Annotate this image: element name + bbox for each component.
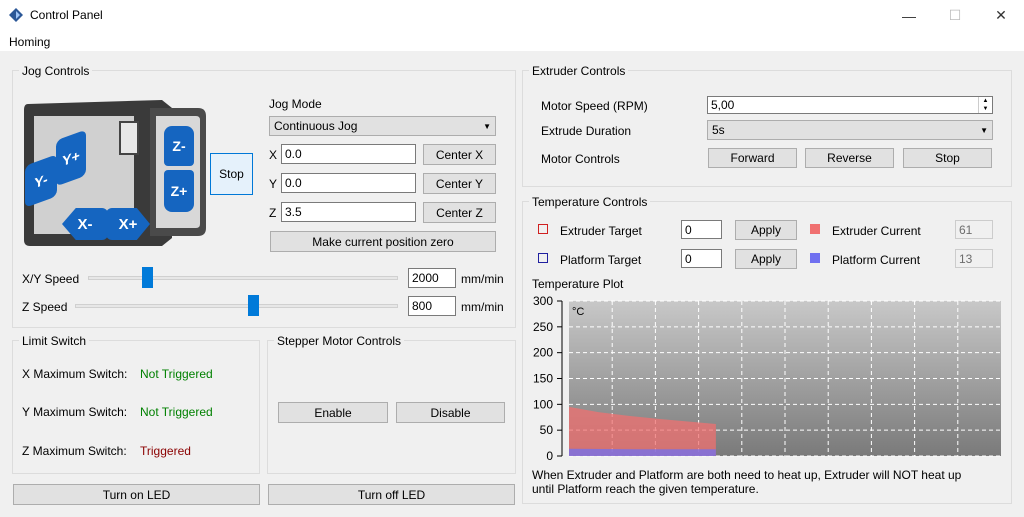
y-tick-label: 250 bbox=[533, 320, 553, 334]
platform-current-legend-icon bbox=[810, 253, 820, 263]
y-max-switch-status: Not Triggered bbox=[140, 405, 213, 419]
platform-current-label: Platform Current bbox=[832, 253, 921, 267]
extruder-target-label: Extruder Target bbox=[560, 224, 642, 238]
turn-off-led-button[interactable]: Turn off LED bbox=[268, 484, 515, 505]
z-speed-label: Z Speed bbox=[22, 300, 68, 314]
xy-speed-unit: mm/min bbox=[461, 272, 504, 286]
z-position-label: Z bbox=[269, 206, 277, 220]
temperature-controls-title: Temperature Controls bbox=[529, 195, 651, 209]
platform-current-area bbox=[569, 448, 716, 456]
y-position-label: Y bbox=[269, 177, 278, 191]
z-speed-track[interactable] bbox=[75, 304, 398, 308]
z-minus-button[interactable]: Z- bbox=[164, 126, 194, 166]
app-logo-icon bbox=[9, 8, 23, 22]
platform-current-value: 13 bbox=[955, 249, 993, 268]
x-position-input[interactable]: 0.0 bbox=[281, 144, 416, 164]
chevron-down-icon: ▼ bbox=[980, 125, 988, 135]
z-max-switch-status: Triggered bbox=[140, 444, 191, 458]
spin-buttons[interactable]: ▲ ▼ bbox=[978, 97, 992, 113]
platform-target-input[interactable]: 0 bbox=[681, 249, 722, 268]
center-x-button[interactable]: Center X bbox=[423, 144, 496, 165]
motor-speed-spinbox[interactable]: 5,00 ▲ ▼ bbox=[707, 96, 993, 114]
make-zero-button[interactable]: Make current position zero bbox=[270, 231, 496, 252]
temperature-plot-label: Temperature Plot bbox=[532, 277, 624, 291]
spin-down-icon[interactable]: ▼ bbox=[979, 105, 992, 113]
extruder-current-value: 61 bbox=[955, 220, 993, 239]
motor-speed-value: 5,00 bbox=[711, 98, 735, 112]
jog-mode-select[interactable]: Continuous Jog ▼ bbox=[269, 116, 496, 136]
extrude-duration-label: Extrude Duration bbox=[541, 124, 632, 138]
y-tick-label: 300 bbox=[533, 294, 553, 308]
disable-button[interactable]: Disable bbox=[396, 402, 505, 423]
extruder-target-legend-icon bbox=[538, 224, 548, 234]
y-tick-label: 100 bbox=[533, 397, 553, 411]
extrude-duration-value: 5s bbox=[712, 123, 725, 137]
extruder-stop-button[interactable]: Stop bbox=[903, 148, 992, 168]
y-position-input[interactable]: 0.0 bbox=[281, 173, 416, 193]
x-max-switch-label: X Maximum Switch: bbox=[22, 367, 128, 381]
motor-controls-label: Motor Controls bbox=[541, 152, 620, 166]
center-z-button[interactable]: Center Z bbox=[423, 202, 496, 223]
jog-stop-button[interactable]: Stop bbox=[210, 153, 253, 195]
z-speed-unit: mm/min bbox=[461, 300, 504, 314]
y-tick-label: 200 bbox=[533, 346, 553, 360]
extruder-current-legend-icon bbox=[810, 224, 820, 234]
reverse-button[interactable]: Reverse bbox=[805, 148, 894, 168]
x-max-switch-status: Not Triggered bbox=[140, 367, 213, 381]
maximize-button[interactable]: ☐ bbox=[932, 0, 978, 31]
xy-speed-slider-thumb[interactable] bbox=[141, 267, 153, 288]
y-max-switch-label: Y Maximum Switch: bbox=[22, 405, 128, 419]
platform-apply-button[interactable]: Apply bbox=[735, 249, 797, 269]
z-speed-slider-thumb[interactable] bbox=[247, 295, 259, 316]
x-position-label: X bbox=[269, 148, 278, 162]
extruder-controls-title: Extruder Controls bbox=[529, 64, 629, 78]
platform-target-legend-icon bbox=[538, 253, 548, 263]
platform-target-label: Platform Target bbox=[560, 253, 642, 267]
turn-on-led-button[interactable]: Turn on LED bbox=[13, 484, 260, 505]
heating-note-line2: until Platform reach the given temperatu… bbox=[532, 482, 759, 496]
z-position-input[interactable]: 3.5 bbox=[281, 202, 416, 222]
extrude-duration-select[interactable]: 5s ▼ bbox=[707, 120, 993, 140]
title-bar bbox=[0, 0, 1024, 31]
chevron-down-icon: ▼ bbox=[483, 121, 491, 131]
extruder-target-input[interactable]: 0 bbox=[681, 220, 722, 239]
z-plus-button[interactable]: Z+ bbox=[164, 170, 194, 212]
menu-bar bbox=[0, 31, 1024, 51]
jog-mode-label: Jog Mode bbox=[269, 97, 322, 111]
forward-button[interactable]: Forward bbox=[708, 148, 797, 168]
xy-speed-label: X/Y Speed bbox=[22, 272, 80, 286]
spin-up-icon[interactable]: ▲ bbox=[979, 97, 992, 105]
window-title: Control Panel bbox=[30, 8, 103, 22]
enable-button[interactable]: Enable bbox=[278, 402, 388, 423]
z-speed-input[interactable]: 800 bbox=[408, 296, 456, 316]
jog-mode-value: Continuous Jog bbox=[274, 119, 358, 133]
limit-switch-title: Limit Switch bbox=[19, 334, 90, 348]
extruder-current-label: Extruder Current bbox=[832, 224, 921, 238]
motor-speed-label: Motor Speed (RPM) bbox=[541, 99, 648, 113]
close-button[interactable]: ✕ bbox=[978, 0, 1024, 31]
z-max-switch-label: Z Maximum Switch: bbox=[22, 444, 127, 458]
minimize-button[interactable]: — bbox=[886, 0, 932, 31]
extruder-apply-button[interactable]: Apply bbox=[735, 220, 797, 240]
y-tick-label: 150 bbox=[533, 372, 553, 386]
center-y-button[interactable]: Center Y bbox=[423, 173, 496, 194]
menu-homing[interactable]: Homing bbox=[9, 35, 50, 49]
stepper-motor-title: Stepper Motor Controls bbox=[274, 334, 405, 348]
xy-speed-input[interactable]: 2000 bbox=[408, 268, 456, 288]
xy-speed-track[interactable] bbox=[88, 276, 398, 280]
y-tick-label: 0 bbox=[546, 449, 553, 463]
jog-controls-title: Jog Controls bbox=[19, 64, 93, 78]
heating-note-line1: When Extruder and Platform are both need… bbox=[532, 468, 962, 482]
y-axis-unit-label: °C bbox=[572, 306, 584, 318]
y-tick-label: 50 bbox=[540, 423, 554, 437]
temperature-chart: 300 250 200 150 100 50 0 °C bbox=[533, 294, 1001, 463]
